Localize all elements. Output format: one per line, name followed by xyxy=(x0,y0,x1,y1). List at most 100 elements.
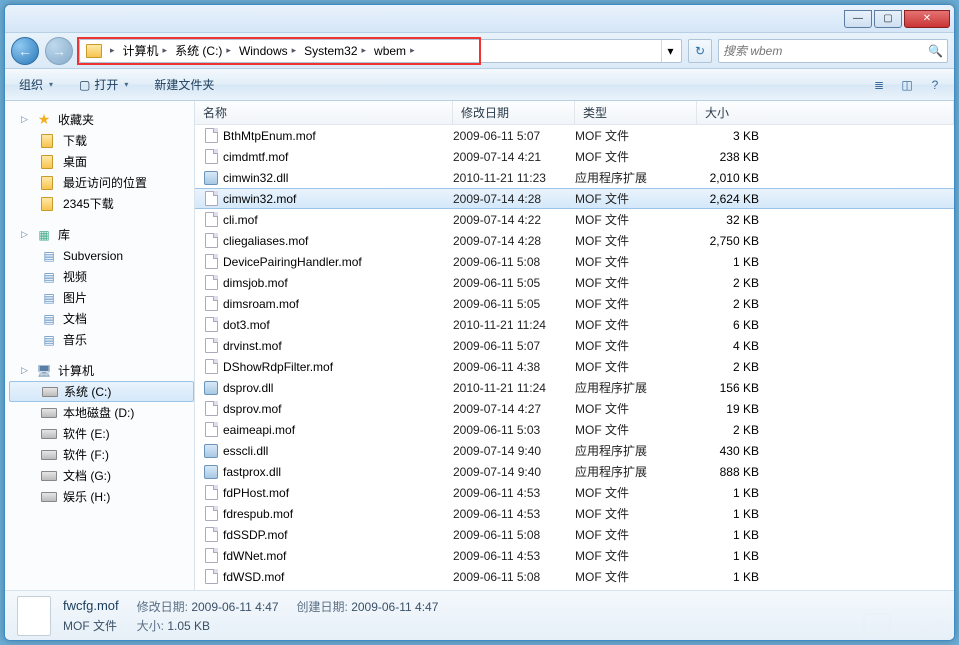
file-icon xyxy=(203,338,219,354)
file-size: 32 KB xyxy=(697,213,777,227)
breadcrumb-segment[interactable]: 系统 (C:)▸ xyxy=(171,40,235,62)
file-date: 2009-06-11 5:03 xyxy=(453,423,575,437)
file-row[interactable]: dsprov.mof2009-07-14 4:27MOF 文件19 KB xyxy=(195,398,954,419)
details-size-label: 大小: xyxy=(137,619,164,633)
address-bar[interactable]: ▸ 计算机▸系统 (C:)▸Windows▸System32▸wbem▸ ▾ xyxy=(79,39,682,63)
nav-item[interactable]: 下载 xyxy=(9,130,194,151)
search-input[interactable] xyxy=(723,44,924,58)
search-box[interactable]: 🔍 xyxy=(718,39,948,63)
file-row[interactable]: DevicePairingHandler.mof2009-06-11 5:08M… xyxy=(195,251,954,272)
file-row[interactable]: dot3.mof2010-11-21 11:24MOF 文件6 KB xyxy=(195,314,954,335)
column-size[interactable]: 大小 xyxy=(697,101,954,124)
file-thumbnail xyxy=(17,596,51,636)
new-folder-button[interactable]: 新建文件夹 xyxy=(148,74,220,95)
nav-item[interactable]: ▤音乐 xyxy=(9,329,194,350)
nav-item[interactable]: ▤图片 xyxy=(9,287,194,308)
file-type: MOF 文件 xyxy=(575,358,697,375)
nav-item[interactable]: 娱乐 (H:) xyxy=(9,486,194,507)
breadcrumb-segment[interactable]: System32▸ xyxy=(300,40,370,62)
file-row[interactable]: fdWNet.mof2009-06-11 4:53MOF 文件1 KB xyxy=(195,545,954,566)
address-dropdown[interactable]: ▾ xyxy=(661,40,679,62)
open-menu[interactable]: ▢打开▾ xyxy=(73,74,134,95)
breadcrumb-segment[interactable]: 计算机▸ xyxy=(119,40,172,62)
title-bar: — ▢ ✕ xyxy=(5,5,954,33)
file-row[interactable]: dsprov.dll2010-11-21 11:24应用程序扩展156 KB xyxy=(195,377,954,398)
file-type: 应用程序扩展 xyxy=(575,169,697,186)
column-name[interactable]: 名称 xyxy=(195,101,453,124)
file-date: 2010-11-21 11:24 xyxy=(453,381,575,395)
nav-item[interactable]: 软件 (E:) xyxy=(9,423,194,444)
file-row[interactable]: fdWSD.mof2009-06-11 5:08MOF 文件1 KB xyxy=(195,566,954,587)
file-date: 2009-06-11 5:05 xyxy=(453,297,575,311)
nav-group-header[interactable]: ▷★收藏夹 xyxy=(9,109,194,130)
breadcrumb-segment[interactable]: wbem▸ xyxy=(370,40,419,62)
nav-item[interactable]: 系统 (C:) xyxy=(9,381,194,402)
file-row[interactable]: fdrespub.mof2009-06-11 4:53MOF 文件1 KB xyxy=(195,503,954,524)
command-bar: 组织▾ ▢打开▾ 新建文件夹 ≣ ◫ ? xyxy=(5,69,954,101)
file-row[interactable]: esscli.dll2009-07-14 9:40应用程序扩展430 KB xyxy=(195,440,954,461)
preview-pane-icon[interactable]: ◫ xyxy=(896,74,918,96)
nav-item[interactable]: ▤Subversion xyxy=(9,245,194,266)
file-row[interactable]: fdPHost.mof2009-06-11 4:53MOF 文件1 KB xyxy=(195,482,954,503)
file-row[interactable]: BthMtpEnum.mof2009-06-11 5:07MOF 文件3 KB xyxy=(195,125,954,146)
file-date: 2009-07-14 4:21 xyxy=(453,150,575,164)
file-date: 2009-07-14 4:27 xyxy=(453,402,575,416)
file-icon xyxy=(203,380,219,396)
nav-item[interactable]: 文档 (G:) xyxy=(9,465,194,486)
file-row[interactable]: cimdmtf.mof2009-07-14 4:21MOF 文件238 KB xyxy=(195,146,954,167)
file-size: 19 KB xyxy=(697,402,777,416)
file-type: MOF 文件 xyxy=(575,190,697,207)
file-row[interactable]: cliegaliases.mof2009-07-14 4:28MOF 文件2,7… xyxy=(195,230,954,251)
nav-item[interactable]: 最近访问的位置 xyxy=(9,172,194,193)
file-type: 应用程序扩展 xyxy=(575,442,697,459)
nav-group-header[interactable]: ▷🖥计算机 xyxy=(9,360,194,381)
details-mod-value: 2009-06-11 4:47 xyxy=(191,600,278,614)
minimize-button[interactable]: — xyxy=(844,10,872,28)
help-icon[interactable]: ? xyxy=(924,74,946,96)
file-row[interactable]: fastprox.dll2009-07-14 9:40应用程序扩展888 KB xyxy=(195,461,954,482)
file-type: MOF 文件 xyxy=(575,211,697,228)
details-create-label: 创建日期: xyxy=(297,600,348,614)
maximize-button[interactable]: ▢ xyxy=(874,10,902,28)
file-type: MOF 文件 xyxy=(575,547,697,564)
navigation-row: ← → ▸ 计算机▸系统 (C:)▸Windows▸System32▸wbem▸… xyxy=(5,33,954,69)
view-options-icon[interactable]: ≣ xyxy=(868,74,890,96)
file-row[interactable]: cimwin32.dll2010-11-21 11:23应用程序扩展2,010 … xyxy=(195,167,954,188)
file-type: MOF 文件 xyxy=(575,295,697,312)
file-date: 2009-06-11 4:53 xyxy=(453,549,575,563)
file-size: 1 KB xyxy=(697,486,777,500)
file-date: 2009-06-11 5:07 xyxy=(453,129,575,143)
breadcrumb-segment[interactable]: Windows▸ xyxy=(235,40,300,62)
nav-item[interactable]: 桌面 xyxy=(9,151,194,172)
organize-menu[interactable]: 组织▾ xyxy=(13,74,59,95)
file-row[interactable]: cli.mof2009-07-14 4:22MOF 文件32 KB xyxy=(195,209,954,230)
nav-item[interactable]: ▤文档 xyxy=(9,308,194,329)
nav-item[interactable]: ▤视频 xyxy=(9,266,194,287)
file-list-pane: 名称 修改日期 类型 大小 BthMtpEnum.mof2009-06-11 5… xyxy=(195,101,954,590)
file-icon xyxy=(203,485,219,501)
file-size: 430 KB xyxy=(697,444,777,458)
file-name: DShowRdpFilter.mof xyxy=(223,360,453,374)
file-row[interactable]: fdSSDP.mof2009-06-11 5:08MOF 文件1 KB xyxy=(195,524,954,545)
file-row[interactable]: dimsroam.mof2009-06-11 5:05MOF 文件2 KB xyxy=(195,293,954,314)
file-row[interactable]: dimsjob.mof2009-06-11 5:05MOF 文件2 KB xyxy=(195,272,954,293)
column-date[interactable]: 修改日期 xyxy=(453,101,575,124)
file-rows: BthMtpEnum.mof2009-06-11 5:07MOF 文件3 KBc… xyxy=(195,125,954,590)
column-type[interactable]: 类型 xyxy=(575,101,697,124)
nav-item[interactable]: 本地磁盘 (D:) xyxy=(9,402,194,423)
nav-group-header[interactable]: ▷▦库 xyxy=(9,224,194,245)
nav-item[interactable]: 2345下载 xyxy=(9,193,194,214)
file-row[interactable]: eaimeapi.mof2009-06-11 5:03MOF 文件2 KB xyxy=(195,419,954,440)
back-button[interactable]: ← xyxy=(11,37,39,65)
file-row[interactable]: cimwin32.mof2009-07-14 4:28MOF 文件2,624 K… xyxy=(195,188,954,209)
forward-button[interactable]: → xyxy=(45,37,73,65)
nav-item[interactable]: 软件 (F:) xyxy=(9,444,194,465)
file-date: 2009-06-11 4:38 xyxy=(453,360,575,374)
close-button[interactable]: ✕ xyxy=(904,10,950,28)
refresh-button[interactable]: ↻ xyxy=(688,39,712,63)
file-row[interactable]: drvinst.mof2009-06-11 5:07MOF 文件4 KB xyxy=(195,335,954,356)
file-row[interactable]: DShowRdpFilter.mof2009-06-11 4:38MOF 文件2… xyxy=(195,356,954,377)
file-icon xyxy=(203,443,219,459)
file-type: MOF 文件 xyxy=(575,484,697,501)
file-size: 1 KB xyxy=(697,507,777,521)
